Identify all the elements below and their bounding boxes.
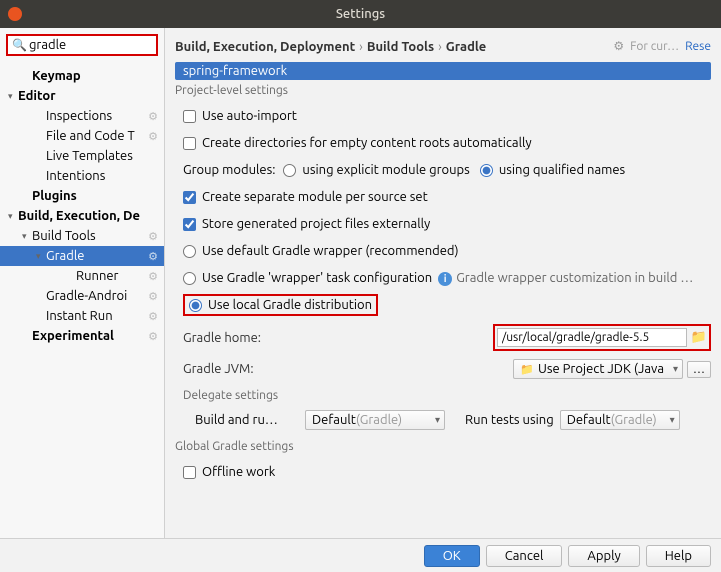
build-run-label: Build and ru…: [195, 413, 305, 427]
search-icon: 🔍: [12, 38, 27, 52]
tree-item-label: Experimental: [32, 329, 148, 343]
for-current-project-label: For cur…: [630, 40, 679, 53]
cancel-button[interactable]: Cancel: [486, 545, 563, 567]
ok-button[interactable]: OK: [424, 545, 480, 567]
delegate-section: Delegate settings: [183, 389, 711, 402]
local-dist-radio[interactable]: Use local Gradle distribution: [189, 298, 372, 312]
tree-item-label: Plugins: [32, 189, 158, 203]
run-tests-combo[interactable]: Default (Gradle): [560, 410, 680, 430]
project-selector[interactable]: spring-framework: [175, 62, 711, 80]
gradle-jvm-combo[interactable]: 📁Use Project JDK (Java: [513, 359, 683, 379]
folder-icon: 📁: [520, 363, 534, 376]
tree-item-label: Build Tools: [32, 229, 148, 243]
separate-module-checkbox[interactable]: Create separate module per source set: [183, 190, 428, 204]
global-section: Global Gradle settings: [175, 440, 711, 453]
gear-icon: ⚙: [148, 330, 158, 343]
gear-icon: ⚙: [613, 39, 624, 53]
tree-item-label: Build, Execution, De: [18, 209, 158, 223]
gear-icon: ⚙: [148, 130, 158, 143]
sidebar-item-inspections[interactable]: Inspections⚙: [0, 106, 164, 126]
tree-arrow-icon: ▾: [8, 91, 18, 102]
tree-arrow-icon: ▾: [22, 231, 32, 242]
apply-button[interactable]: Apply: [568, 545, 639, 567]
tree-item-label: Keymap: [32, 69, 158, 83]
breadcrumb: Build, Execution, Deployment›Build Tools…: [175, 38, 613, 54]
group-explicit-radio[interactable]: using explicit module groups: [283, 163, 469, 177]
gear-icon: ⚙: [148, 230, 158, 243]
sidebar-item-runner[interactable]: Runner⚙: [0, 266, 164, 286]
sidebar-item-build-tools[interactable]: ▾Build Tools⚙: [0, 226, 164, 246]
sidebar-item-intentions[interactable]: Intentions: [0, 166, 164, 186]
tree-item-label: Inspections: [46, 109, 148, 123]
tree-arrow-icon: ▾: [8, 211, 18, 222]
tree-item-label: Live Templates: [46, 149, 158, 163]
group-modules-label: Group modules:: [183, 163, 275, 177]
gear-icon: ⚙: [148, 250, 158, 263]
tree-item-label: Intentions: [46, 169, 158, 183]
sidebar-item-gradle[interactable]: ▾Gradle⚙: [0, 246, 164, 266]
dialog-footer: OK Cancel Apply Help: [0, 538, 721, 572]
tree-item-label: Editor: [18, 89, 158, 103]
wrapper-default-radio[interactable]: Use default Gradle wrapper (recommended): [183, 244, 459, 258]
gradle-home-label: Gradle home:: [183, 331, 303, 345]
gear-icon: ⚙: [148, 310, 158, 323]
settings-sidebar: 🔍 × Keymap▾EditorInspections⚙File and Co…: [0, 28, 165, 538]
sidebar-item-live-templates[interactable]: Live Templates: [0, 146, 164, 166]
info-icon: i: [438, 272, 452, 286]
sidebar-item-build-execution-de[interactable]: ▾Build, Execution, De: [0, 206, 164, 226]
sidebar-item-plugins[interactable]: Plugins: [0, 186, 164, 206]
gradle-home-input[interactable]: [497, 328, 687, 347]
search-box: 🔍 ×: [6, 34, 158, 56]
build-run-combo[interactable]: Default (Gradle): [305, 410, 445, 430]
gradle-jvm-label: Gradle JVM:: [183, 362, 303, 376]
title-bar: Settings: [0, 0, 721, 28]
gear-icon: ⚙: [148, 290, 158, 303]
browse-folder-icon[interactable]: 📁: [691, 330, 707, 345]
project-level-section: Project-level settings: [175, 84, 711, 97]
settings-main: Build, Execution, Deployment›Build Tools…: [165, 28, 721, 538]
jvm-ellipsis-button[interactable]: …: [687, 361, 711, 378]
settings-tree: Keymap▾EditorInspections⚙File and Code T…: [0, 62, 164, 538]
help-button[interactable]: Help: [646, 545, 711, 567]
group-qualified-radio[interactable]: using qualified names: [480, 163, 625, 177]
window-close-icon[interactable]: [8, 7, 22, 21]
gear-icon: ⚙: [148, 270, 158, 283]
tree-arrow-icon: ▾: [36, 251, 46, 262]
create-dirs-checkbox[interactable]: Create directories for empty content roo…: [183, 136, 532, 150]
offline-work-checkbox[interactable]: Offline work: [183, 465, 275, 479]
wrapper-hint: iGradle wrapper customization in build …: [438, 271, 693, 286]
tree-item-label: Runner: [76, 269, 148, 283]
sidebar-item-file-and-code-t[interactable]: File and Code T⚙: [0, 126, 164, 146]
window-title: Settings: [336, 7, 385, 21]
tree-item-label: File and Code T: [46, 129, 148, 143]
reset-link[interactable]: Rese: [685, 40, 711, 53]
run-tests-label: Run tests using: [465, 413, 554, 427]
store-external-checkbox[interactable]: Store generated project files externally: [183, 217, 430, 231]
wrapper-task-radio[interactable]: Use Gradle 'wrapper' task configuration: [183, 271, 432, 285]
auto-import-checkbox[interactable]: Use auto-import: [183, 109, 297, 123]
sidebar-item-editor[interactable]: ▾Editor: [0, 86, 164, 106]
tree-item-label: Instant Run: [46, 309, 148, 323]
tree-item-label: Gradle-Androi: [46, 289, 148, 303]
sidebar-item-experimental[interactable]: Experimental⚙: [0, 326, 164, 346]
sidebar-item-instant-run[interactable]: Instant Run⚙: [0, 306, 164, 326]
tree-item-label: Gradle: [46, 249, 148, 263]
gear-icon: ⚙: [148, 110, 158, 123]
sidebar-item-gradle-androi[interactable]: Gradle-Androi⚙: [0, 286, 164, 306]
sidebar-item-keymap[interactable]: Keymap: [0, 66, 164, 86]
